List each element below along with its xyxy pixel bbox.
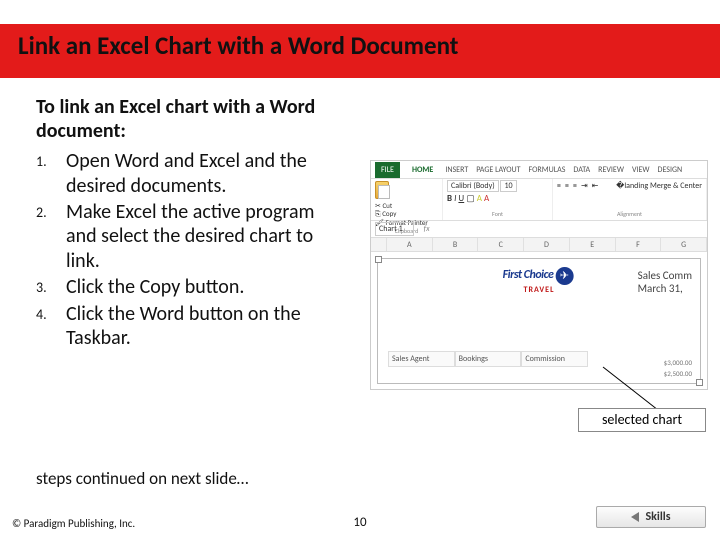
tab-insert: INSERT: [445, 165, 468, 175]
fx-label: fx: [424, 224, 430, 234]
ribbon-tabs: FILE HOME INSERT PAGE LAYOUT FORMULAS DA…: [371, 161, 707, 179]
tab-home: HOME: [408, 163, 437, 177]
tab-data: DATA: [573, 165, 590, 175]
paste-icon: [375, 181, 389, 199]
name-box: Chart 1: [375, 222, 414, 236]
step-3: 3.Click the Copy button.: [36, 275, 348, 299]
step-1: 1.Open Word and Excel and the desired do…: [36, 149, 348, 198]
tab-file: FILE: [375, 162, 400, 178]
column-headers: A B C D E F G: [371, 238, 707, 252]
tab-page-layout: PAGE LAYOUT: [476, 165, 520, 175]
excel-screenshot: FILE HOME INSERT PAGE LAYOUT FORMULAS DA…: [370, 160, 708, 390]
intro-text: To link an Excel chart with a Word docum…: [36, 96, 348, 143]
continued-text: steps continued on next slide…: [36, 468, 249, 489]
slide-title: Link an Excel Chart with a Word Document: [18, 30, 458, 61]
step-4: 4.Click the Word button on the Taskbar.: [36, 302, 348, 351]
group-alignment: ≡≡≡⇥⇤ �landing Merge & Center Alignment: [553, 179, 707, 220]
tab-review: REVIEW: [598, 165, 624, 175]
callout-label: selected chart: [578, 408, 706, 432]
skills-button[interactable]: Skills: [596, 506, 706, 528]
company-logo: First Choice✈ TRAVEL: [503, 267, 576, 295]
table-headers: Sales Agent Bookings Commission: [388, 351, 588, 367]
copyright: © Paradigm Publishing, Inc.: [12, 517, 135, 530]
page-number: 10: [353, 515, 366, 530]
steps-list: 1.Open Word and Excel and the desired do…: [36, 149, 348, 350]
ribbon-toolbar: ✂ Cut ⎘ Copy 🖌 Format Painter Clipboard …: [371, 179, 707, 221]
back-arrow-icon: [631, 512, 639, 522]
group-clipboard: ✂ Cut ⎘ Copy 🖌 Format Painter Clipboard: [371, 179, 443, 220]
step-2: 2.Make Excel the active program and sele…: [36, 200, 348, 273]
callout-line: [598, 362, 668, 412]
tab-formulas: FORMULAS: [529, 165, 566, 175]
slide: Link an Excel Chart with a Word Document…: [0, 0, 720, 540]
plane-icon: ✈: [555, 267, 573, 285]
skills-label: Skills: [645, 510, 670, 524]
content-block: To link an Excel chart with a Word docum…: [36, 96, 348, 350]
chart-title: Sales Comm March 31,: [638, 269, 692, 295]
background-scene: [0, 380, 380, 540]
tab-design: DESIGN: [658, 165, 683, 175]
group-font: Calibri (Body) 10 B I U ▢ A A Font: [443, 179, 553, 220]
tab-view: VIEW: [632, 165, 650, 175]
